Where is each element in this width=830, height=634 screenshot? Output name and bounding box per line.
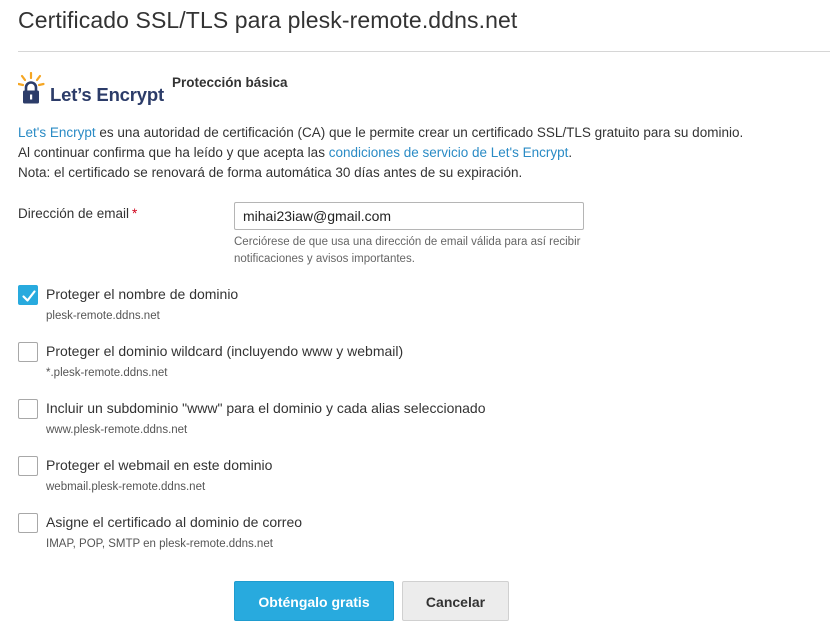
wildcard-label[interactable]: Proteger el dominio wildcard (incluyendo… [46, 343, 403, 359]
email-hint-line-1: Cerciórese de que usa una dirección de e… [234, 236, 581, 248]
description-line-2: Al continuar confirma que ha leído y que… [18, 143, 743, 163]
email-hint: Cerciórese de que usa una dirección de e… [234, 234, 580, 268]
terms-of-service-link[interactable]: condiciones de servicio de Let's Encrypt [329, 145, 569, 160]
email-label: Dirección de email * [18, 206, 137, 221]
get-it-free-button[interactable]: Obténgalo gratis [234, 581, 394, 621]
wildcard-checkbox[interactable] [18, 342, 38, 362]
mail-domain-sub: IMAP, POP, SMTP en plesk-remote.ddns.net [46, 538, 273, 550]
logo-wordmark: Let’s Encrypt [50, 84, 164, 105]
www-subdomain-sub: www.plesk-remote.ddns.net [46, 424, 188, 436]
protect-domain-checkbox[interactable] [18, 285, 38, 305]
protect-domain-sub: plesk-remote.ddns.net [46, 310, 160, 322]
email-hint-line-2: notificaciones y avisos importantes. [234, 253, 415, 265]
description-line-2-suffix: . [568, 145, 573, 160]
wildcard-sub: *.plesk-remote.ddns.net [46, 367, 168, 379]
mail-domain-label[interactable]: Asigne el certificado al dominio de corr… [46, 514, 302, 530]
description-line-1-text: es una autoridad de certificación (CA) q… [95, 125, 744, 140]
email-field[interactable] [234, 202, 584, 230]
checkmark-icon [22, 290, 36, 302]
description-line-1: Let's Encrypt es una autoridad de certif… [18, 123, 743, 143]
description-line-3: Nota: el certificado se renovará de form… [18, 165, 523, 180]
required-mark: * [132, 206, 138, 221]
lets-encrypt-link[interactable]: Let's Encrypt [18, 125, 96, 140]
protect-domain-label[interactable]: Proteger el nombre de dominio [46, 286, 238, 302]
description-line-2-prefix: Al continuar confirma que ha leído y que… [18, 145, 329, 160]
webmail-sub: webmail.plesk-remote.ddns.net [46, 481, 206, 493]
lets-encrypt-padlock-sun-icon [18, 72, 45, 104]
title-divider [18, 51, 830, 52]
webmail-checkbox[interactable] [18, 456, 38, 476]
description: Let's Encrypt es una autoridad de certif… [18, 123, 743, 183]
webmail-label[interactable]: Proteger el webmail en este dominio [46, 457, 272, 473]
cancel-button[interactable]: Cancelar [402, 581, 509, 621]
email-label-text: Dirección de email [18, 206, 130, 221]
page-title: Certificado SSL/TLS para plesk-remote.dd… [18, 7, 518, 33]
lets-encrypt-logo: Let’s Encrypt [18, 72, 168, 108]
mail-domain-checkbox[interactable] [18, 513, 38, 533]
www-subdomain-checkbox[interactable] [18, 399, 38, 419]
www-subdomain-label[interactable]: Incluir un subdominio "www" para el domi… [46, 400, 486, 416]
plan-label: Protección básica [172, 75, 288, 90]
